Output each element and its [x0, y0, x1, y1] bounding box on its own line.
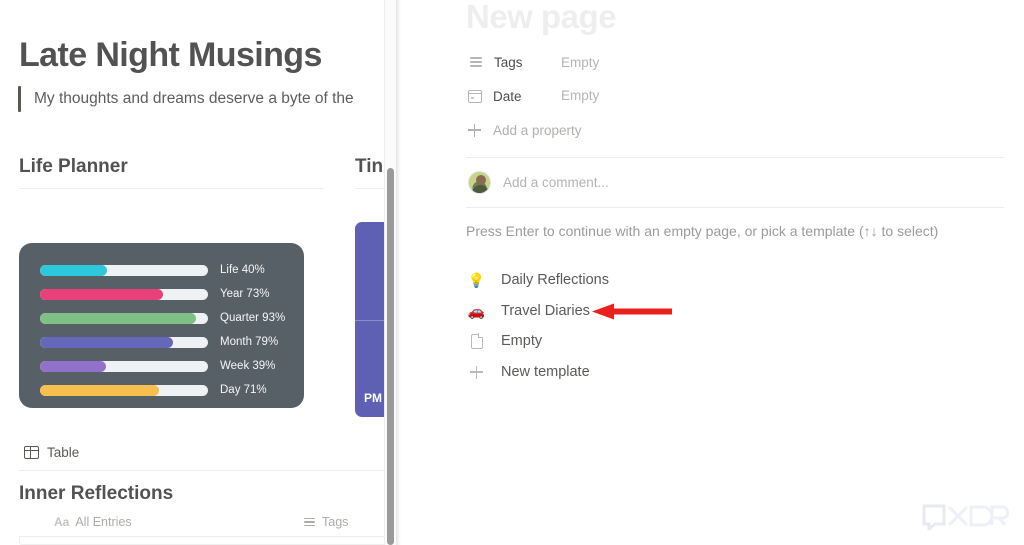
property-name: Date: [493, 88, 522, 104]
add-property-button[interactable]: Add a property: [468, 120, 582, 140]
vertical-scrollbar-thumb[interactable]: [387, 168, 394, 545]
background-note-page: Late Night Musings My thoughts and dream…: [0, 0, 391, 545]
template-item-empty[interactable]: Empty: [468, 328, 542, 354]
table-row[interactable]: [19, 537, 391, 545]
plus-icon: [468, 123, 481, 137]
comment-divider: [466, 207, 1004, 208]
progress-label: Week 39%: [220, 360, 276, 372]
property-name: Tags: [494, 54, 523, 70]
property-value-date[interactable]: Empty: [561, 88, 599, 103]
template-item-new-template[interactable]: New template: [468, 359, 590, 385]
database-title: Inner Reflections: [19, 483, 174, 504]
column-divider-left: [19, 188, 324, 189]
add-property-label: Add a property: [493, 122, 582, 138]
table-column-tags[interactable]: Tags: [304, 515, 348, 529]
table-column-label: Tags: [322, 515, 349, 529]
calendar-icon: [468, 89, 482, 103]
template-item-daily-reflections[interactable]: 💡 Daily Reflections: [468, 267, 609, 293]
life-progress-card: Life 40% Year 73% Quarter 93% Month 79% …: [19, 243, 304, 408]
app-screenshot: Late Night Musings My thoughts and dream…: [0, 0, 1024, 545]
callout-block: My thoughts and dreams deserve a byte of…: [18, 86, 354, 112]
template-label: New template: [501, 364, 590, 380]
table-column-label: All Entries: [75, 515, 132, 529]
progress-label: Quarter 93%: [220, 312, 286, 324]
column-heading-timer: Tin: [355, 156, 384, 177]
progress-row-quarter: Quarter 93%: [40, 312, 286, 324]
new-page-title: New page: [466, 0, 617, 35]
callout-text: My thoughts and dreams deserve a byte of…: [34, 90, 354, 107]
progress-track: [40, 289, 208, 300]
xda-watermark-logo: [922, 504, 1010, 530]
progress-label: Day 71%: [220, 384, 267, 396]
table-icon: [24, 446, 39, 459]
table-top-divider: [19, 470, 391, 471]
avatar: [468, 170, 491, 194]
properties-divider: [466, 157, 1004, 158]
property-row-tags[interactable]: Tags: [468, 51, 523, 73]
progress-row-year: Year 73%: [40, 288, 270, 300]
progress-track: [40, 337, 208, 348]
progress-label: Life 40%: [220, 264, 265, 276]
table-view-tab[interactable]: Table: [24, 445, 79, 460]
progress-row-life: Life 40%: [40, 264, 265, 276]
page-title: Late Night Musings: [19, 36, 322, 74]
template-item-travel-diaries[interactable]: 🚗 Travel Diaries: [468, 298, 590, 324]
property-value-tags[interactable]: Empty: [561, 55, 599, 70]
add-comment-row[interactable]: Add a comment...: [468, 169, 609, 195]
annotation-arrow-icon: [592, 303, 672, 320]
progress-label: Month 79%: [220, 336, 279, 348]
table-column-all-entries[interactable]: Aa All Entries: [54, 515, 132, 529]
car-icon: 🚗: [467, 303, 486, 319]
progress-row-day: Day 71%: [40, 384, 267, 396]
template-label: Travel Diaries: [501, 303, 590, 319]
progress-track: [40, 361, 208, 372]
progress-track: [40, 313, 208, 324]
document-icon: [468, 333, 485, 350]
comment-placeholder: Add a comment...: [503, 174, 609, 190]
template-label: Empty: [501, 333, 543, 349]
progress-row-month: Month 79%: [40, 336, 279, 348]
property-row-date[interactable]: Date: [468, 85, 522, 107]
progress-row-week: Week 39%: [40, 360, 276, 372]
list-icon: [468, 55, 483, 69]
list-icon: [304, 517, 315, 527]
template-hint-text: Press Enter to continue with an empty pa…: [466, 223, 939, 239]
new-page-panel: New page Tags Empty Date Empty Add a pro…: [402, 0, 1024, 545]
lightbulb-icon: 💡: [467, 272, 486, 288]
table-header-row: Aa All Entries Tags: [19, 515, 391, 535]
table-view-label: Table: [47, 445, 80, 460]
progress-track: [40, 265, 208, 276]
plus-icon: [468, 364, 485, 381]
callout-bar: [18, 86, 21, 112]
progress-track: [40, 385, 208, 396]
progress-label: Year 73%: [220, 288, 270, 300]
text-aa-icon: Aa: [54, 515, 70, 529]
template-label: Daily Reflections: [501, 272, 609, 288]
column-heading-life-planner: Life Planner: [19, 156, 128, 177]
timer-card-label: PM: [364, 391, 382, 405]
